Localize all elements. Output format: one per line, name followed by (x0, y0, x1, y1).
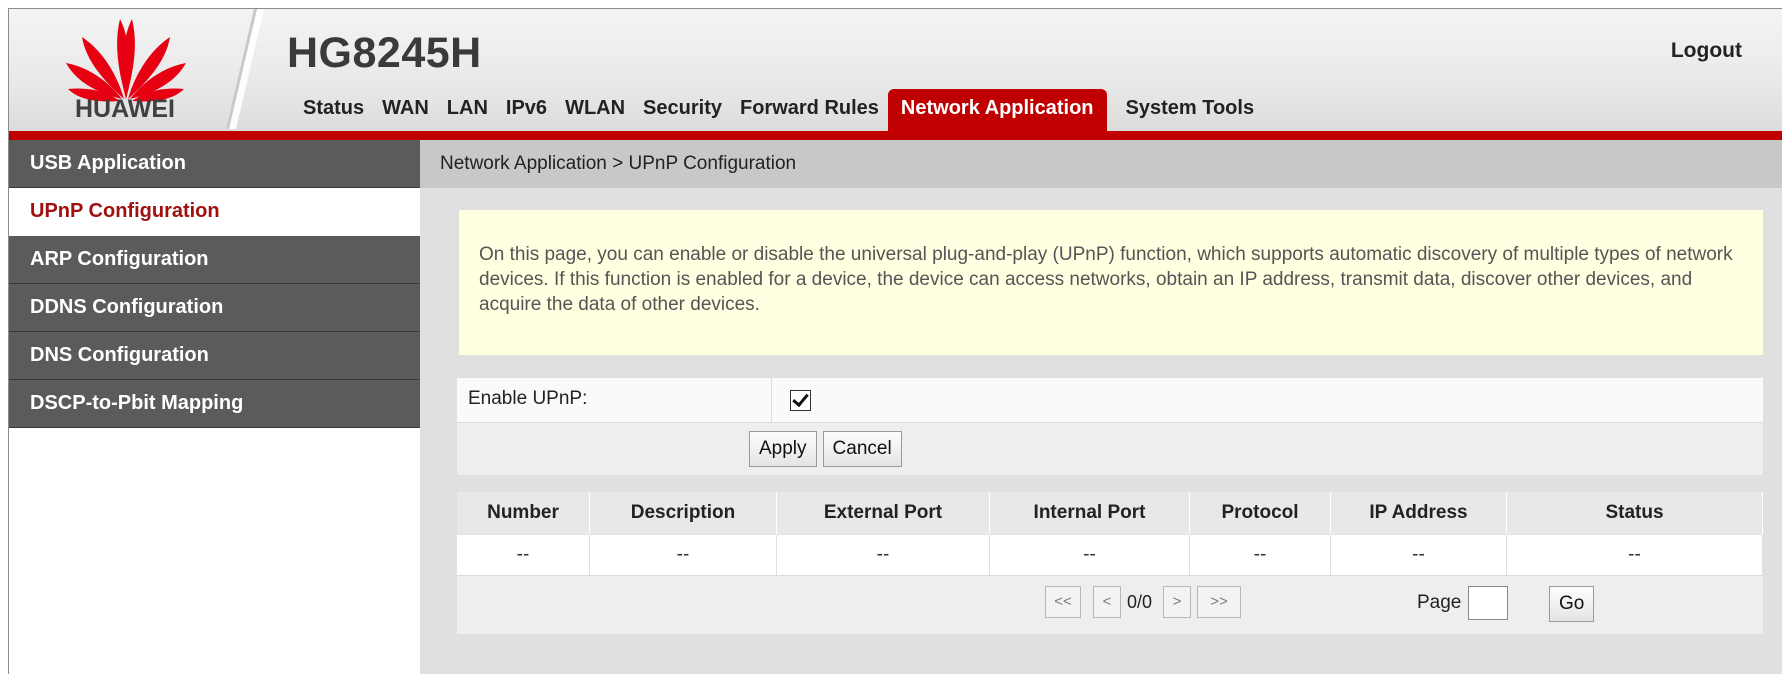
enable-upnp-row: Enable UPnP: (457, 378, 1763, 423)
sidebar-item-dns-configuration[interactable]: DNS Configuration (9, 332, 420, 380)
sidebar-item-ddns-configuration[interactable]: DDNS Configuration (9, 284, 420, 332)
router-admin-window: HUAWEI HG8245H Logout Status WAN LAN IPv… (8, 8, 1782, 674)
sidebar-item-dscp-to-pbit-mapping[interactable]: DSCP-to-Pbit Mapping (9, 380, 420, 428)
form-buttons: Apply Cancel (457, 423, 1763, 475)
sidebar-item-usb-application[interactable]: USB Application (9, 140, 420, 188)
header-divider (226, 9, 264, 129)
info-text: On this page, you can enable or disable … (479, 244, 1733, 315)
table-cell: -- (989, 534, 1190, 575)
first-page-button[interactable]: << (1045, 586, 1081, 618)
device-model: HG8245H (287, 29, 482, 77)
nav-status[interactable]: Status (294, 91, 373, 131)
apply-button[interactable]: Apply (749, 431, 817, 467)
logout-link[interactable]: Logout (1671, 39, 1742, 63)
table-cell: -- (1330, 534, 1507, 575)
column-header: IP Address (1330, 492, 1507, 535)
upnp-form: Enable UPnP: Apply Cancel (457, 378, 1763, 475)
go-button[interactable]: Go (1549, 586, 1595, 622)
nav-security[interactable]: Security (634, 91, 731, 131)
page-number-input[interactable] (1468, 586, 1508, 620)
breadcrumb: Network Application > UPnP Configuration (420, 140, 1782, 188)
table-header-row: Number Description External Port Interna… (457, 492, 1763, 535)
column-header: Number (457, 492, 590, 535)
last-page-button[interactable]: >> (1197, 586, 1241, 618)
sidebar: USB Application UPnP Configuration ARP C… (9, 140, 420, 428)
nav-wlan[interactable]: WLAN (556, 91, 634, 131)
table-cell: -- (457, 534, 590, 575)
brand-name: HUAWEI (75, 95, 175, 123)
top-nav: Status WAN LAN IPv6 WLAN Security Forwar… (294, 89, 1263, 131)
column-header: External Port (776, 492, 990, 535)
nav-network-application[interactable]: Network Application (887, 89, 1107, 131)
sidebar-item-upnp-configuration[interactable]: UPnP Configuration (9, 188, 420, 236)
cancel-button[interactable]: Cancel (822, 431, 902, 467)
page-count: 0/0 (1127, 592, 1153, 612)
nav-wan[interactable]: WAN (373, 91, 438, 131)
enable-upnp-label: Enable UPnP: (457, 378, 772, 422)
info-box: On this page, you can enable or disable … (459, 210, 1763, 355)
header: HUAWEI HG8245H Logout Status WAN LAN IPv… (9, 9, 1782, 131)
nav-lan[interactable]: LAN (438, 91, 497, 131)
pagination-bar: << < 0/0 > >> Page Go (457, 575, 1763, 634)
page-label: Page (1417, 592, 1462, 613)
column-header: Protocol (1189, 492, 1331, 535)
next-page-button[interactable]: > (1163, 586, 1191, 618)
column-header: Description (589, 492, 777, 535)
sidebar-item-arp-configuration[interactable]: ARP Configuration (9, 236, 420, 284)
nav-forward-rules[interactable]: Forward Rules (731, 91, 888, 131)
table-cell: -- (776, 534, 990, 575)
nav-system-tools[interactable]: System Tools (1117, 91, 1264, 131)
nav-ipv6[interactable]: IPv6 (497, 91, 556, 131)
column-header: Status (1506, 492, 1763, 535)
prev-page-button[interactable]: < (1093, 586, 1121, 618)
table-cell: -- (589, 534, 777, 575)
header-red-bar (9, 131, 1782, 140)
table-cell: -- (1506, 534, 1763, 575)
main-content: Network Application > UPnP Configuration… (420, 140, 1782, 674)
enable-upnp-value (772, 378, 1763, 422)
table-cell: -- (1189, 534, 1331, 575)
table-row: -- -- -- -- -- -- -- (457, 534, 1763, 575)
enable-upnp-checkbox[interactable] (790, 389, 811, 411)
column-header: Internal Port (989, 492, 1190, 535)
upnp-mapping-table: Number Description External Port Interna… (457, 492, 1763, 634)
